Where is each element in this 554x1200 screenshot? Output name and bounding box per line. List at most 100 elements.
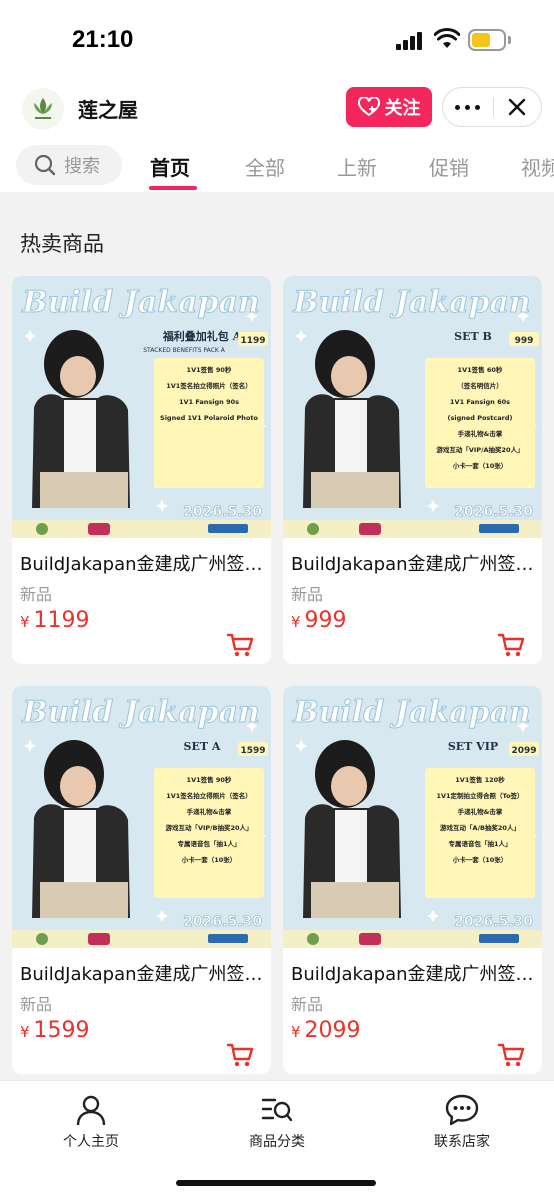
product-tag: 新品	[20, 585, 53, 604]
product-poster-image: Build Jakapan SET B 999 1V1签售 60秒 （签名明信片） 1V1…	[283, 276, 542, 538]
poster-benefit-line: 1V1签名拍立得照片（签名）	[166, 791, 252, 800]
tab-all[interactable]: 全部	[245, 152, 285, 181]
section-title: 热卖商品	[20, 232, 104, 256]
poster-person-face	[60, 356, 96, 396]
search-button[interactable]: 搜索	[16, 145, 122, 185]
follow-label: 关注	[384, 98, 421, 119]
add-to-cart-icon[interactable]	[226, 632, 254, 658]
close-icon	[509, 98, 526, 116]
more-button[interactable]	[443, 88, 493, 126]
product-title[interactable]: BuildJakapan金建成广州签售会	[20, 960, 264, 986]
poster-person-face	[331, 766, 367, 806]
battery-icon	[468, 29, 506, 51]
product-card[interactable]: Build Jakapan SET VIP 2099 1V1签售 120秒 1V1定制拍…	[283, 686, 542, 1074]
product-poster-image: Build Jakapan 福利叠加礼包 A STACKED BENEFITS PA…	[12, 276, 271, 538]
product-price: ¥2099	[291, 1018, 361, 1043]
poster-benefit-line: 1V1签售 60秒	[458, 365, 503, 374]
wifi-icon	[434, 28, 460, 48]
product-tag: 新品	[291, 585, 324, 604]
product-title[interactable]: BuildJakapan金建成广州签售会	[291, 960, 535, 986]
nav-categories-label: 商品分类	[249, 1134, 305, 1150]
poster-person-pants	[311, 472, 399, 508]
poster-benefit-line: （签名明信片）	[457, 381, 503, 390]
price-value: 2099	[304, 1018, 361, 1043]
poster-benefit-line: 游戏互动「VIP/A抽奖20人」	[436, 445, 523, 454]
nav-categories[interactable]: 商品分类	[222, 1093, 332, 1151]
product-poster-image: Build Jakapan SET VIP 2099 1V1签售 120秒 1V1定制拍…	[283, 686, 542, 948]
poster-set-price: 1199	[240, 336, 265, 346]
poster-date: 2026.5.30	[183, 504, 262, 520]
add-to-cart-icon[interactable]	[497, 632, 525, 658]
product-price: ¥1599	[20, 1018, 90, 1043]
close-button[interactable]	[493, 88, 541, 126]
product-price: ¥999	[291, 608, 347, 633]
poster-person-face	[331, 356, 367, 396]
tab-promo[interactable]: 促销	[429, 152, 469, 181]
category-search-icon	[261, 1098, 293, 1122]
poster-benefit-line: 手递礼物&击掌	[187, 807, 232, 816]
poster-benefit-line: 专属语音包「抽1人」	[448, 839, 511, 848]
poster-benefit-line: 小卡一套（10张）	[452, 461, 508, 470]
search-icon	[34, 154, 56, 176]
status-bar: 21:10	[0, 0, 554, 80]
price-currency: ¥	[291, 613, 301, 631]
add-to-cart-icon[interactable]	[226, 1042, 254, 1068]
poster-benefit-line: 1V1签售 120秒	[455, 775, 505, 784]
shop-logo[interactable]	[22, 88, 64, 130]
add-to-cart-icon[interactable]	[497, 1042, 525, 1068]
poster-person-pants	[40, 472, 128, 508]
chat-bubble-icon	[445, 1094, 479, 1126]
poster-benefit-line: 专属语音包「抽1人」	[177, 839, 240, 848]
price-value: 999	[304, 608, 347, 633]
lotus-logo-icon	[34, 98, 52, 119]
poster-benefit-line: 1V1定制拍立得合照（To签）	[436, 791, 523, 800]
product-price: ¥1199	[20, 608, 90, 633]
product-title[interactable]: BuildJakapan金建成广州签售会	[291, 550, 535, 576]
tab-home[interactable]: 首页	[150, 152, 190, 181]
cellular-signal-icon	[396, 32, 422, 50]
shop-header: 莲之屋 关注	[0, 80, 554, 140]
poster-benefit-line: 1V1签售 90秒	[187, 775, 232, 784]
price-currency: ¥	[20, 613, 30, 631]
product-tag: 新品	[20, 995, 53, 1014]
nav-contact[interactable]: 联系店家	[407, 1093, 517, 1151]
mini-program-capsule	[442, 87, 542, 127]
poster-benefit-line: 手递礼物&击掌	[458, 429, 503, 438]
poster-date: 2026.5.30	[454, 914, 533, 930]
poster-set-label: SET A	[184, 740, 221, 753]
poster-person-pants	[40, 882, 128, 918]
poster-benefit-line: Signed 1V1 Polaroid Photo	[160, 414, 258, 422]
nav-contact-label: 联系店家	[434, 1134, 490, 1150]
search-placeholder: 搜索	[64, 156, 100, 177]
product-title[interactable]: BuildJakapan金建成广州签售会	[20, 550, 264, 576]
poster-benefit-line: (signed Postcard)	[448, 414, 513, 422]
product-card[interactable]: Build Jakapan SET A 1599 1V1签售 90秒 1V1签名拍立得照…	[12, 686, 271, 1074]
price-value: 1599	[33, 1018, 90, 1043]
poster-benefit-line: 小卡一套（10张）	[452, 855, 508, 864]
poster-person-pants	[311, 882, 399, 918]
poster-benefit-line: 1V1 Fansign 60s	[450, 398, 510, 406]
product-card[interactable]: Build Jakapan SET B 999 1V1签售 60秒 （签名明信片） 1V1…	[283, 276, 542, 664]
poster-set-label: 福利叠加礼包 A	[162, 329, 242, 343]
poster-heading: Build Jakapan	[292, 695, 530, 730]
poster-benefit-line: 游戏互动「A/B抽奖20人」	[440, 823, 520, 832]
poster-benefit-line: 1V1签名拍立得照片（签名）	[166, 381, 252, 390]
poster-benefit-line: 小卡一套（10张）	[181, 855, 237, 864]
poster-set-price: 1599	[240, 746, 265, 756]
poster-heading: Build Jakapan	[21, 285, 259, 320]
product-card[interactable]: Build Jakapan 福利叠加礼包 A STACKED BENEFITS PA…	[12, 276, 271, 664]
poster-benefit-line: 1V1签售 90秒	[187, 365, 232, 374]
home-indicator	[176, 1180, 376, 1186]
shop-name: 莲之屋	[78, 98, 138, 122]
tab-new[interactable]: 上新	[337, 152, 377, 181]
follow-button[interactable]: 关注	[346, 87, 432, 127]
nav-profile[interactable]: 个人主页	[36, 1093, 146, 1151]
poster-heading: Build Jakapan	[292, 285, 530, 320]
price-currency: ¥	[291, 1023, 301, 1041]
poster-set-price: 2099	[511, 746, 536, 756]
poster-benefit-line: 手递礼物&击掌	[458, 807, 503, 816]
poster-date: 2026.5.30	[183, 914, 262, 930]
poster-benefit-line: 游戏互动「VIP/B抽奖20人」	[165, 823, 252, 832]
tab-video[interactable]: 视频	[521, 152, 554, 181]
nav-profile-label: 个人主页	[63, 1134, 119, 1150]
